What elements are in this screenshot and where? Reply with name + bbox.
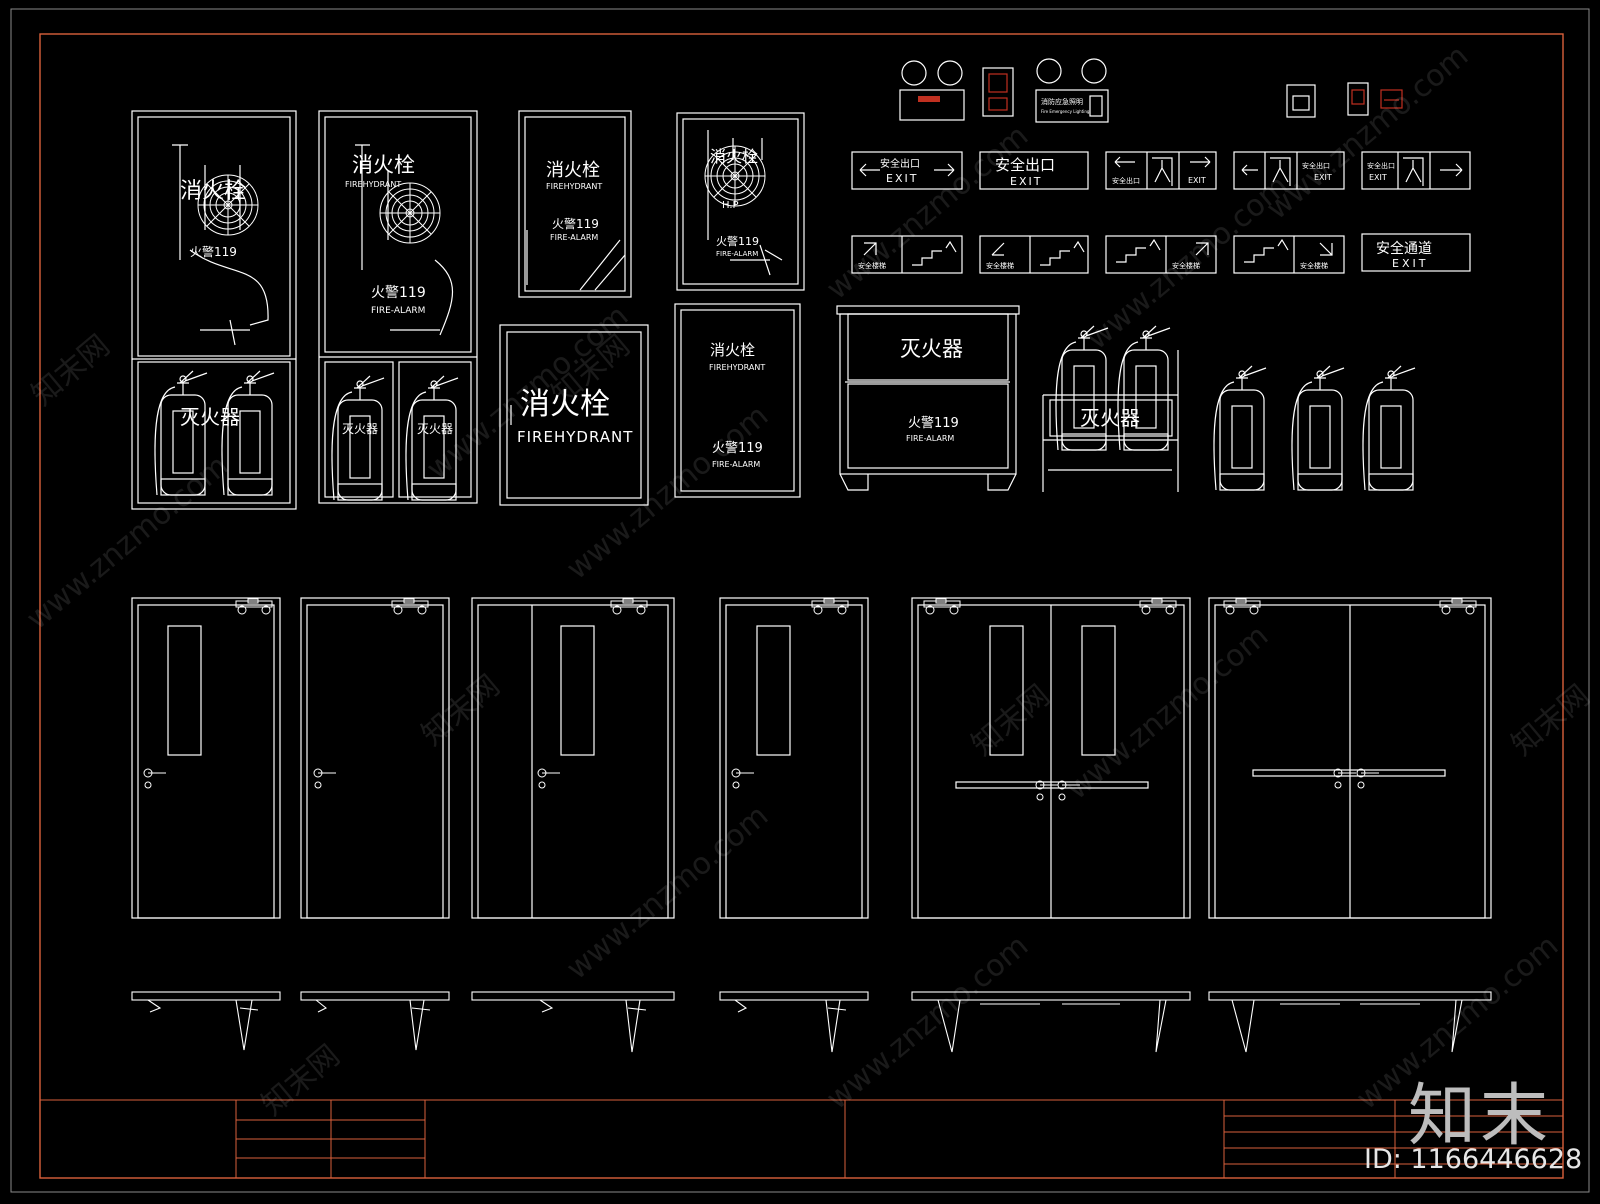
emergency-light-label-en: Fire Emergency Lighting (1041, 109, 1090, 114)
exit-sign-5 (1361, 151, 1471, 190)
cad-drawing-sheet: 消火栓 火警119 灭火器 消火栓 FIREHYDRANT 火警119 FIRE… (0, 0, 1600, 1200)
extinguisher-cabinet (836, 305, 1020, 491)
emergency-light-label: 消防应急照明 (1041, 97, 1083, 106)
cabinet3-alarm-text: 火警119 (552, 216, 599, 231)
exit-sign-1-en: EXIT (886, 172, 918, 185)
cabinet2-ext-right: 灭火器 (417, 422, 453, 436)
exit-sign-5-en: EXIT (1369, 173, 1387, 182)
ext-cabinet-alarm-en: FIRE-ALARM (906, 434, 954, 443)
safe-passage-cn: 安全通道 (1376, 240, 1432, 257)
safe-passage-en: EXIT (1392, 257, 1428, 270)
cabinet2-hydrant-text: 消火栓 (352, 153, 415, 177)
cabinet4-alarm-en: FIRE-ALARM (716, 250, 758, 258)
cabinet3-hydrant-text: 消火栓 (546, 160, 600, 181)
exit-sign-3-cn: 安全出口 (1112, 176, 1140, 185)
fire-door-5 (911, 597, 1191, 919)
cabinet2-ext-left: 灭火器 (342, 422, 378, 436)
cabinet2-alarm-en: FIRE-ALARM (371, 306, 425, 316)
stair-sign-2-cn: 安全楼梯 (986, 261, 1014, 270)
exit-sign-1-cn: 安全出口 (880, 157, 920, 170)
cabinet4-hp-text: H.P (722, 200, 739, 211)
cabinet1-alarm-text: 火警119 (190, 244, 237, 259)
cabinet6-hydrant-en: FIREHYDRANT (709, 363, 765, 372)
exit-sign-2-en: EXIT (1010, 175, 1042, 188)
drawing-border (39, 33, 1564, 1179)
exit-sign-3-en: EXIT (1188, 176, 1206, 185)
fire-door-4 (719, 597, 869, 919)
id-label: ID: 1166446628 (1364, 1144, 1583, 1175)
rack-extinguisher-text: 灭火器 (1080, 406, 1140, 430)
smoke-detector (1286, 84, 1316, 118)
ext-cabinet-alarm: 火警119 (908, 415, 959, 431)
extinguishers-standalone (1213, 365, 1416, 491)
cabinet1-extinguisher-text: 灭火器 (180, 405, 240, 429)
exit-sign-5-cn: 安全出口 (1367, 161, 1395, 170)
cabinet5-hydrant-en: FIREHYDRANT (517, 428, 633, 446)
cabinet2-alarm-text: 火警119 (371, 285, 426, 301)
cabinet3-alarm-en: FIRE-ALARM (550, 233, 598, 242)
fire-door-3 (471, 597, 675, 919)
fire-door-1 (131, 597, 281, 919)
fire-door-2 (300, 597, 450, 919)
cabinet4-alarm-text: 火警119 (716, 234, 759, 248)
cabinet4-hydrant-text: 消火栓 (710, 147, 758, 166)
cabinet6-hydrant-text: 消火栓 (710, 341, 755, 359)
alarm-button (982, 67, 1014, 117)
cabinet1-hydrant-text: 消火栓 (180, 179, 246, 204)
stair-sign-4-cn: 安全楼梯 (1300, 261, 1328, 270)
emergency-light-1 (899, 60, 965, 121)
hydrant-cabinet-3 (518, 110, 632, 298)
cad-drawing: 消火栓 火警119 灭火器 消火栓 FIREHYDRANT 火警119 FIRE… (10, 8, 1590, 1193)
ext-cabinet-text: 灭火器 (900, 337, 963, 361)
hydrant-cabinet-4 (676, 112, 805, 291)
door-plans (131, 991, 1492, 1053)
cabinet3-hydrant-en: FIREHYDRANT (546, 182, 602, 191)
cabinet2-hydrant-en: FIREHYDRANT (345, 180, 401, 189)
